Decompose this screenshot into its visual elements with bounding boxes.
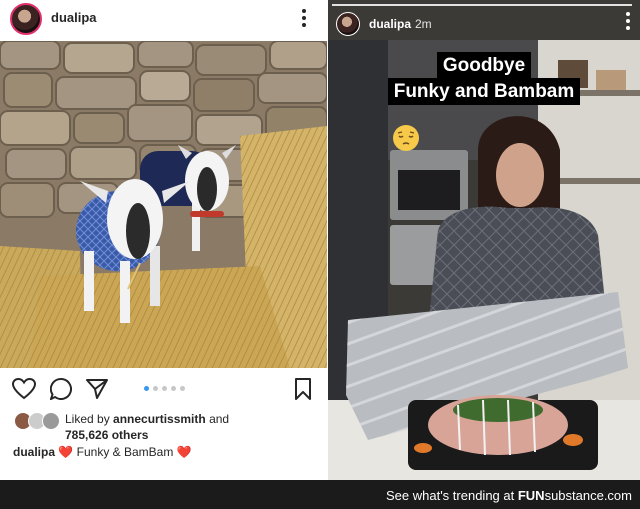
- likes-user[interactable]: annecurtissmith: [113, 412, 206, 426]
- story-caption-line2: Funky and Bambam: [387, 78, 581, 105]
- comment-icon[interactable]: [50, 378, 72, 400]
- caption-username[interactable]: dualipa: [13, 445, 55, 459]
- likes-text[interactable]: Liked by annecurtissmith and 785,626 oth…: [65, 411, 315, 443]
- likes-summary: Liked by annecurtissmith and 785,626 oth…: [0, 410, 327, 446]
- story-timestamp: 2m: [415, 17, 432, 31]
- liker-avatars[interactable]: [14, 412, 60, 430]
- post-caption: dualipa ❤️ Funky & BamBam ❤️: [13, 445, 192, 459]
- heart-icon[interactable]: [12, 378, 36, 400]
- carousel-dot: [153, 386, 158, 391]
- banner-text[interactable]: See what's trending at FUNsubstance.com: [386, 488, 632, 503]
- banner-prefix: See what's trending at: [386, 488, 518, 503]
- post-avatar[interactable]: [10, 3, 42, 35]
- post-photo-goats[interactable]: [0, 41, 327, 368]
- instagram-story[interactable]: dualipa 2m Goodbye Funky and Bambam: [328, 0, 640, 480]
- liker-avatar: [42, 412, 60, 430]
- instagram-post: dualipa Liked by annecurtissmith and 785…: [0, 0, 327, 480]
- story-progress-bar: [332, 4, 632, 6]
- story-caption-line1: Goodbye: [436, 52, 532, 79]
- more-options-icon[interactable]: [302, 9, 306, 27]
- story-username[interactable]: dualipa: [369, 17, 411, 31]
- post-username[interactable]: dualipa: [51, 10, 97, 25]
- goats-photo-illustration: [0, 41, 327, 368]
- share-icon[interactable]: [86, 378, 108, 400]
- story-avatar[interactable]: [336, 12, 360, 36]
- pensive-face-emoji: [393, 125, 419, 151]
- likes-prefix: Liked by: [65, 412, 114, 426]
- likes-count[interactable]: 785,626 others: [65, 428, 148, 442]
- story-more-options-icon[interactable]: [626, 12, 630, 30]
- banner-brand-strong: FUN: [517, 488, 545, 503]
- banner-brand-rest: substance.com: [544, 488, 632, 503]
- likes-and: and: [205, 412, 230, 426]
- story-caption-line2-wrap: Funky and Bambam: [328, 78, 640, 105]
- post-actions: [0, 370, 327, 410]
- carousel-dot: [180, 386, 185, 391]
- story-caption-line1-wrap: Goodbye: [328, 52, 640, 79]
- carousel-dot: [171, 386, 176, 391]
- red-heart-emoji: ❤️: [58, 445, 74, 459]
- carousel-indicator: [144, 386, 185, 391]
- carousel-dot-active: [144, 386, 149, 391]
- bookmark-icon[interactable]: [294, 378, 312, 400]
- post-header: dualipa: [0, 0, 327, 40]
- watermark-banner: See what's trending at FUNsubstance.com: [0, 480, 640, 509]
- red-heart-emoji: ❤️: [176, 445, 192, 459]
- carousel-dot: [162, 386, 167, 391]
- caption-text: Funky & BamBam: [73, 445, 177, 459]
